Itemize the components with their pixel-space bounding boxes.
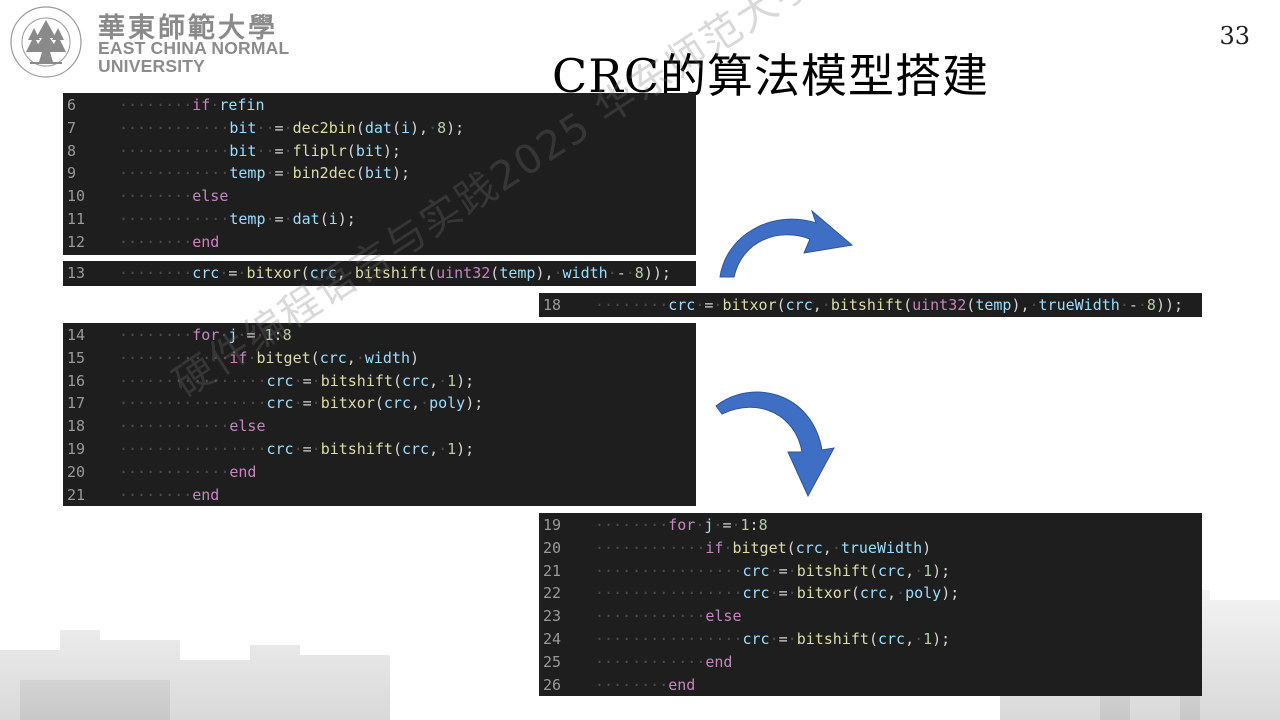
code-line: 13 ········crc·=·bitxor(crc,·bitshift(uin… xyxy=(63,262,696,285)
code-line: 21 ················crc·=·bitshift(crc,·1)… xyxy=(539,560,1202,583)
line-number: 11 xyxy=(67,209,86,228)
code-panel-crc-xor-truewidth: 18 ········crc·=·bitxor(crc,·bitshift(uin… xyxy=(539,293,1202,317)
university-name-english: EAST CHINA NORMAL UNIVERSITY xyxy=(98,39,289,75)
line-number: 16 xyxy=(67,371,86,390)
university-logo-icon xyxy=(10,6,82,78)
code-text: ········else xyxy=(119,187,229,206)
code-text: ········end xyxy=(119,232,220,251)
code-text: ········crc·=·bitxor(crc,·bitshift(uint3… xyxy=(595,296,1184,314)
code-line: 23 ············else xyxy=(539,605,1202,628)
code-line: 25 ············end xyxy=(539,651,1202,674)
line-number: 7 xyxy=(67,118,77,137)
code-text: ············if·bitget(crc,·trueWidth) xyxy=(595,538,932,557)
line-number: 13 xyxy=(67,264,86,282)
code-text: ············if·bitget(crc,·width) xyxy=(119,348,420,367)
code-panel-bit-loop: 14 ········for·j·=·1:8 15 ············if·bi… xyxy=(63,323,696,506)
code-line: 24 ················crc·=·bitshift(crc,·1)… xyxy=(539,628,1202,651)
line-number: 21 xyxy=(67,485,86,504)
code-line: 11 ············temp·=·dat(i); xyxy=(63,208,696,231)
code-panel-crc-xor: 13 ········crc·=·bitxor(crc,·bitshift(uin… xyxy=(63,261,696,286)
line-number: 14 xyxy=(67,326,86,344)
line-number: 9 xyxy=(67,164,77,183)
code-line: 21 ········end xyxy=(63,484,696,506)
code-text: ············bit··=·fliplr(bit); xyxy=(119,141,401,160)
line-number: 21 xyxy=(543,561,562,580)
line-number: 12 xyxy=(67,232,86,251)
code-line: 7 ············bit··=·dec2bin(dat(i),·8); xyxy=(63,117,696,140)
code-line: 15 ············if·bitget(crc,·width) xyxy=(63,347,696,370)
code-text: ········if·refin xyxy=(119,96,265,114)
code-text: ················crc·=·bitxor(crc,·poly); xyxy=(595,584,960,603)
code-text: ········end xyxy=(595,675,696,694)
code-line: 16 ················crc·=·bitshift(crc,·1)… xyxy=(63,370,696,393)
line-number: 22 xyxy=(543,584,562,603)
code-text: ················crc·=·bitshift(crc,·1); xyxy=(595,629,951,648)
code-text: ················crc·=·bitshift(crc,·1); xyxy=(119,439,475,458)
code-text: ········for·j·=·1:8 xyxy=(119,326,292,344)
line-number: 8 xyxy=(67,141,77,160)
line-number: 19 xyxy=(67,439,86,458)
line-number: 24 xyxy=(543,629,562,648)
code-line: 8 ············bit··=·fliplr(bit); xyxy=(63,140,696,163)
line-number: 6 xyxy=(67,96,77,114)
line-number: 18 xyxy=(67,417,86,436)
line-number: 20 xyxy=(543,538,562,557)
code-line: 22 ················crc·=·bitxor(crc,·poly… xyxy=(539,582,1202,605)
university-name-english-line2: UNIVERSITY xyxy=(98,56,206,76)
code-line: 19 ········for·j·=·1:8 xyxy=(539,514,1202,537)
line-number: 23 xyxy=(543,607,562,626)
code-text: ················crc·=·bitshift(crc,·1); xyxy=(119,371,475,390)
code-line: 20 ············if·bitget(crc,·trueWidth) xyxy=(539,537,1202,560)
code-text: ············else xyxy=(595,607,742,626)
code-panel-bit-loop-truewidth: 19 ········for·j·=·1:8 20 ············if·bi… xyxy=(539,513,1202,696)
line-number: 26 xyxy=(543,675,562,694)
line-number: 25 xyxy=(543,652,562,671)
curved-arrow-right-icon xyxy=(719,209,854,278)
code-text: ············end xyxy=(595,652,733,671)
code-text: ············else xyxy=(119,417,266,436)
line-number: 19 xyxy=(543,516,562,534)
line-number: 20 xyxy=(67,462,86,481)
code-line: 17 ················crc·=·bitxor(crc,·poly… xyxy=(63,392,696,415)
code-text: ················crc·=·bitxor(crc,·poly); xyxy=(119,394,484,413)
code-line: 10 ········else xyxy=(63,185,696,208)
code-line: 6 ········if·refin xyxy=(63,94,696,117)
code-line: 26 ········end xyxy=(539,674,1202,696)
code-line: 14 ········for·j·=·1:8 xyxy=(63,324,696,347)
code-line: 12 ········end xyxy=(63,231,696,254)
code-text: ············end xyxy=(119,462,257,481)
page-number: 33 xyxy=(1219,22,1250,50)
code-line: 19 ················crc·=·bitshift(crc,·1)… xyxy=(63,438,696,461)
line-number: 15 xyxy=(67,348,86,367)
curved-arrow-down-icon xyxy=(715,391,835,498)
code-text: ············temp·=·bin2dec(bit); xyxy=(119,164,410,183)
code-text: ········crc·=·bitxor(crc,·bitshift(uint3… xyxy=(119,264,671,282)
code-panel-refin: 6 ········if·refin 7 ············bit··=·dec… xyxy=(63,93,696,255)
code-text: ········for·j·=·1:8 xyxy=(595,516,768,534)
line-number: 10 xyxy=(67,187,86,206)
code-text: ············bit··=·dec2bin(dat(i),·8); xyxy=(119,118,465,137)
code-line: 18 ········crc·=·bitxor(crc,·bitshift(uin… xyxy=(539,294,1202,317)
code-line: 18 ············else xyxy=(63,415,696,438)
code-line: 20 ············end xyxy=(63,461,696,484)
code-text: ········end xyxy=(119,485,220,504)
line-number: 18 xyxy=(543,296,562,314)
line-number: 17 xyxy=(67,394,86,413)
code-line: 9 ············temp·=·bin2dec(bit); xyxy=(63,162,696,185)
university-name-english-line1: EAST CHINA NORMAL xyxy=(98,38,290,58)
code-text: ················crc·=·bitshift(crc,·1); xyxy=(595,561,951,580)
code-text: ············temp·=·dat(i); xyxy=(119,209,356,228)
